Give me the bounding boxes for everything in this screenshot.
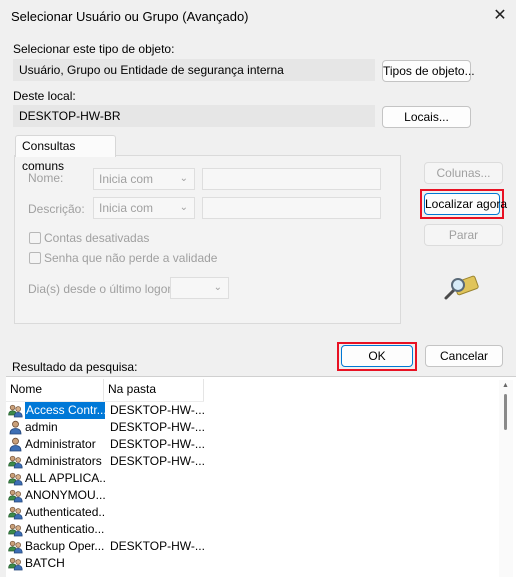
row-name: admin [25,420,58,434]
user-icon [8,437,23,452]
stop-button[interactable]: Parar [424,224,503,246]
group-icon [8,454,23,469]
table-row[interactable]: Administrator DESKTOP-HW-... [8,436,208,453]
scrollbar-thumb[interactable] [504,394,507,430]
row-folder: DESKTOP-HW-... [110,539,205,553]
location-field: DESKTOP-HW-BR [13,105,375,127]
non-expiring-password-checkbox[interactable] [29,252,41,264]
tab-common-queries[interactable]: Consultas comuns [15,135,116,173]
table-row[interactable]: ALL APPLICA... [8,470,208,487]
table-row[interactable]: Authenticated... [8,504,208,521]
description-mode-select[interactable]: Inicia com ⌄ [93,197,195,219]
table-row[interactable]: Access Contr... DESKTOP-HW-... [8,402,208,419]
days-since-logon-label: Dia(s) desde o último logon: [28,282,178,296]
group-icon [8,556,23,571]
row-name: Authenticated... [25,505,105,519]
row-folder: DESKTOP-HW-... [110,454,205,468]
row-folder: DESKTOP-HW-... [110,420,205,434]
row-name: Administrator [25,437,96,451]
row-name: Administrators [25,454,102,468]
user-icon [8,420,23,435]
columns-button[interactable]: Colunas... [424,162,503,184]
search-people-icon [443,270,479,302]
row-name: ANONYMOU... [25,488,105,502]
table-row[interactable]: BATCH [8,555,208,572]
group-icon [8,522,23,537]
row-name: Authenticatio... [25,522,105,536]
object-type-label: Selecionar este tipo de objeto: [13,42,175,56]
group-icon [8,539,23,554]
row-name: ALL APPLICA... [25,471,105,485]
row-name: Access Contr... [25,402,105,419]
name-input[interactable] [202,168,381,190]
name-mode-select[interactable]: Inicia com ⌄ [93,168,195,190]
ok-button[interactable]: OK [341,345,413,367]
object-types-button[interactable]: Tipos de objeto... [382,60,475,82]
row-folder: DESKTOP-HW-... [110,403,205,417]
chevron-down-icon: ⌄ [179,173,188,184]
location-label: Deste local: [13,89,76,103]
results-label: Resultado da pesquisa: [12,360,138,374]
days-since-logon-select[interactable]: ⌄ [170,277,229,299]
group-icon [8,488,23,503]
scroll-up-icon[interactable]: ▲ [502,382,509,389]
window-title: Selecionar Usuário ou Grupo (Avançado) [11,9,249,24]
column-header-folder[interactable]: Na pasta [104,379,204,401]
name-label: Nome: [28,171,64,185]
object-type-field: Usuário, Grupo ou Entidade de segurança … [13,59,375,81]
find-now-button[interactable]: Localizar agora [424,193,507,215]
close-icon[interactable]: ✕ [488,4,512,28]
row-name: Backup Oper... [25,539,105,553]
name-mode-value: Inicia com [99,172,154,186]
table-row[interactable]: Authenticatio... [8,521,208,538]
chevron-down-icon: ⌄ [179,202,188,213]
table-row[interactable]: Backup Oper... DESKTOP-HW-... [8,538,208,555]
row-folder: DESKTOP-HW-... [110,437,205,451]
description-input[interactable] [202,197,381,219]
locations-button[interactable]: Locais... [382,106,471,128]
chevron-down-icon: ⌄ [213,282,222,293]
non-expiring-password-label: Senha que não perde a validade [44,251,218,265]
cancel-button[interactable]: Cancelar [425,345,503,367]
group-icon [8,403,23,418]
disabled-accounts-checkbox[interactable] [29,232,41,244]
results-scrollbar[interactable]: ▲ [499,380,513,577]
description-label: Descrição: [28,202,85,216]
column-header-name[interactable]: Nome [6,379,104,401]
table-row[interactable]: Administrators DESKTOP-HW-... [8,453,208,470]
table-row[interactable]: admin DESKTOP-HW-... [8,419,208,436]
table-row[interactable]: ANONYMOU... [8,487,208,504]
description-mode-value: Inicia com [99,201,154,215]
disabled-accounts-label: Contas desativadas [44,231,150,245]
group-icon [8,471,23,486]
group-icon [8,505,23,520]
row-name: BATCH [25,556,65,570]
